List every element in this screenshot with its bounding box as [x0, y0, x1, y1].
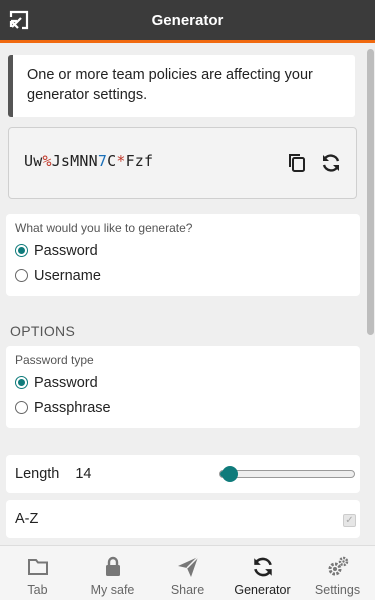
length-value: 14 [75, 466, 92, 482]
refresh-icon [253, 557, 272, 577]
length-slider[interactable] [219, 466, 355, 482]
policy-notice: One or more team policies are affecting … [8, 55, 355, 117]
generate-type-card: What would you like to generate? Passwor… [6, 214, 360, 296]
lock-icon [105, 556, 120, 576]
tab-my-safe[interactable]: My safe [75, 546, 150, 600]
length-label: Length [15, 466, 60, 482]
az-checkbox[interactable]: ✓ [343, 514, 356, 527]
tab-settings[interactable]: Settings [300, 546, 375, 600]
radio-password-checked[interactable] [15, 244, 28, 257]
password-type-password-label: Password [34, 374, 98, 391]
password-segment-char: Fzf [125, 152, 154, 170]
generator-content: One or more team policies are affecting … [0, 43, 375, 545]
tab-tab[interactable]: Tab [0, 546, 75, 600]
password-type-passphrase-option[interactable]: Passphrase [6, 395, 360, 420]
generate-password-label: Password [34, 242, 98, 259]
folder-icon [27, 559, 48, 575]
password-type-passphrase-label: Passphrase [34, 399, 111, 416]
bottom-tab-bar: Tab My safe Share Generator Settings [0, 545, 375, 600]
generate-password-option[interactable]: Password [6, 238, 360, 263]
radio-passphrase[interactable] [15, 401, 28, 414]
generate-type-question: What would you like to generate? [15, 221, 193, 235]
length-slider-thumb[interactable] [221, 466, 238, 482]
tab-tab-label: Tab [27, 583, 48, 597]
send-icon [177, 556, 199, 577]
generate-username-option[interactable]: Username [6, 263, 360, 288]
length-row: Length 14 [6, 455, 360, 493]
generated-password: Uw%JsMNN7C*Fzf [24, 152, 153, 170]
tab-settings-label: Settings [314, 583, 361, 597]
password-type-card: Password type Password Passphrase [6, 346, 360, 428]
copy-icon[interactable] [286, 152, 308, 174]
tab-share[interactable]: Share [150, 546, 225, 600]
tab-generator[interactable]: Generator [225, 546, 300, 600]
password-segment-sym: * [116, 152, 126, 170]
scrollbar[interactable] [367, 49, 374, 335]
app-header: Generator [0, 0, 375, 43]
gears-icon [328, 556, 348, 576]
az-label: A-Z [15, 511, 39, 527]
options-title: OPTIONS [10, 323, 76, 339]
tab-generator-label: Generator [234, 583, 291, 597]
password-segment-char: JsMNN [51, 152, 98, 170]
popout-icon[interactable] [8, 9, 30, 31]
tab-share-label: Share [170, 583, 205, 597]
az-row: A-Z ✓ [6, 500, 360, 538]
radio-username[interactable] [15, 269, 28, 282]
password-segment-num: 7 [97, 152, 108, 170]
password-segment-char: Uw [24, 152, 43, 170]
tab-my-safe-label: My safe [90, 583, 135, 597]
page-title: Generator [151, 11, 224, 29]
radio-password-type-checked[interactable] [15, 376, 28, 389]
password-type-label: Password type [15, 353, 94, 367]
generate-username-label: Username [34, 267, 101, 284]
generated-password-box: Uw%JsMNN7C*Fzf [8, 127, 357, 199]
password-segment-sym: % [42, 152, 52, 170]
regenerate-icon[interactable] [320, 152, 342, 174]
password-segment-char: C [107, 152, 117, 170]
password-type-password-option[interactable]: Password [6, 370, 360, 395]
